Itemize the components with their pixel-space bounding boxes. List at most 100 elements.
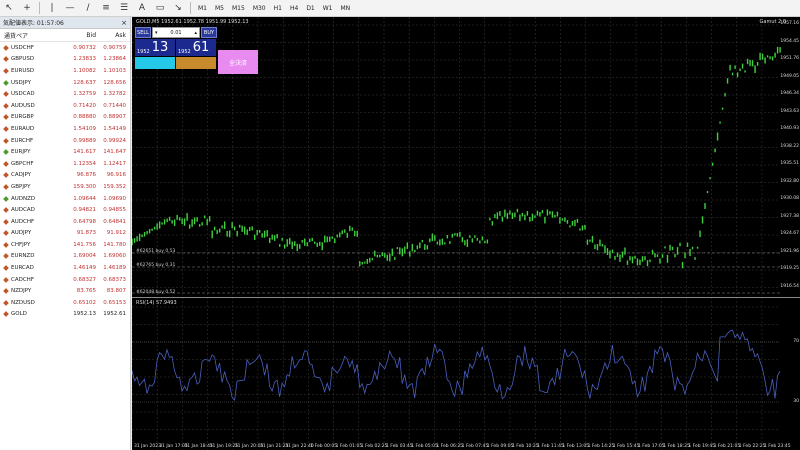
symbol-cell[interactable]: EURNZD: [0, 253, 68, 259]
horizontal-line-icon[interactable]: —: [63, 2, 77, 15]
market-watch-row[interactable]: NZDJPY 83.765 83.807: [0, 285, 130, 297]
market-watch-row[interactable]: USDJPY 128.637 128.656: [0, 77, 130, 89]
market-watch-row[interactable]: EURCHF 0.99889 0.99924: [0, 135, 130, 147]
symbol-cell[interactable]: CADCHF: [0, 277, 68, 283]
symbol-cell[interactable]: USDJPY: [0, 80, 68, 86]
market-watch-row[interactable]: USDCAD 1.32759 1.32782: [0, 88, 130, 100]
price-candle: [776, 46, 779, 54]
market-watch-row[interactable]: GBPJPY 159.300 159.352: [0, 181, 130, 193]
symbol-cell[interactable]: AUDNZD: [0, 196, 68, 202]
timeframe-m1[interactable]: M1: [194, 2, 211, 15]
close-all-button[interactable]: 全決済: [218, 50, 258, 74]
timeframe-m5[interactable]: M5: [211, 2, 228, 15]
channel-icon[interactable]: ≡: [99, 2, 113, 15]
symbol-cell[interactable]: GOLD: [0, 311, 68, 317]
header-ask[interactable]: Ask: [96, 32, 126, 39]
market-watch-row[interactable]: NZDUSD 0.65102 0.65153: [0, 297, 130, 309]
vertical-line-icon[interactable]: |: [45, 2, 59, 15]
symbol-cell[interactable]: AUDJPY: [0, 230, 68, 236]
market-watch-row[interactable]: CHFJPY 141.756 141.780: [0, 239, 130, 251]
timeframe-m30[interactable]: M30: [249, 2, 270, 15]
buy-button[interactable]: BUY: [201, 27, 217, 38]
symbol-cell[interactable]: NZDJPY: [0, 288, 68, 294]
fibonacci-icon[interactable]: ☰: [117, 2, 131, 15]
down-arrow-icon: [3, 56, 9, 63]
timeframe-d1[interactable]: D1: [302, 2, 318, 15]
market-watch-row[interactable]: CADCHF 0.68327 0.68373: [0, 274, 130, 286]
symbol-cell[interactable]: AUDCHF: [0, 219, 68, 225]
close-icon[interactable]: ×: [121, 19, 127, 27]
market-watch-row[interactable]: USDCHF 0.90732 0.90759: [0, 42, 130, 54]
cursor-icon[interactable]: ↖: [2, 2, 16, 15]
market-watch-row[interactable]: AUDCHF 0.64798 0.64841: [0, 216, 130, 228]
timeframe-h1[interactable]: H1: [270, 2, 286, 15]
symbol-cell[interactable]: CADJPY: [0, 172, 68, 178]
symbol-cell[interactable]: EURUSD: [0, 68, 68, 74]
price-tick-label: 1919.25: [780, 266, 799, 271]
market-watch-row[interactable]: AUDCAD 0.94821 0.94855: [0, 204, 130, 216]
market-watch-row[interactable]: CADJPY 96.876 96.916: [0, 170, 130, 182]
label-icon[interactable]: ▭: [153, 2, 167, 15]
sell-button[interactable]: SELL: [135, 27, 151, 38]
chart-window[interactable]: GOLD,M5 1952.61 1952.78 1951.99 1952.13 …: [132, 17, 800, 450]
symbol-name: CHFJPY: [11, 241, 31, 248]
lot-decrease-icon[interactable]: ▾: [155, 30, 158, 36]
symbol-cell[interactable]: EURCAD: [0, 265, 68, 271]
market-watch-row[interactable]: EURNZD 1.69004 1.69060: [0, 251, 130, 263]
symbol-cell[interactable]: GBPUSD: [0, 56, 68, 62]
market-watch-row[interactable]: GBPCHF 1.12354 1.12417: [0, 158, 130, 170]
header-symbol[interactable]: 通貨ペア: [0, 31, 68, 40]
market-watch-row[interactable]: EURUSD 1.10082 1.10103: [0, 65, 130, 77]
market-watch-row[interactable]: AUDNZD 1.09644 1.09690: [0, 193, 130, 205]
price-candle: [551, 211, 554, 218]
buy-price-box[interactable]: 1952 61: [176, 39, 216, 56]
down-arrow-icon: [3, 68, 9, 74]
timeframe-h4[interactable]: H4: [286, 2, 302, 15]
symbol-cell[interactable]: EURGBP: [0, 114, 68, 120]
symbol-cell[interactable]: EURJPY: [0, 149, 68, 155]
price-candle: [389, 253, 391, 262]
market-watch-row[interactable]: EURGBP 0.88880 0.88907: [0, 112, 130, 124]
symbol-cell[interactable]: USDCAD: [0, 91, 68, 97]
symbol-cell[interactable]: NZDUSD: [0, 300, 68, 306]
time-tick-label: 1 Feb 06:25: [436, 444, 464, 449]
symbol-cell[interactable]: EURCHF: [0, 138, 68, 144]
lot-size-field[interactable]: ▾ 0.01 ▴: [152, 27, 200, 38]
header-bid[interactable]: Bid: [68, 32, 96, 39]
symbol-cell[interactable]: AUDCAD: [0, 207, 68, 213]
price-candle: [539, 211, 541, 217]
symbol-cell[interactable]: GBPJPY: [0, 184, 68, 190]
lot-increase-icon[interactable]: ▴: [194, 30, 197, 36]
market-watch-row[interactable]: AUDUSD 0.71420 0.71440: [0, 100, 130, 112]
price-candle: [228, 230, 231, 238]
symbol-cell[interactable]: CHFJPY: [0, 242, 68, 248]
symbol-cell[interactable]: GBPCHF: [0, 161, 68, 167]
symbol-cell[interactable]: USDCHF: [0, 45, 68, 51]
symbol-name: EURCHF: [11, 137, 34, 144]
chart-canvas[interactable]: [132, 17, 800, 450]
symbol-cell[interactable]: AUDUSD: [0, 103, 68, 109]
trendline-icon[interactable]: /: [81, 2, 95, 15]
timeframe-mn[interactable]: MN: [337, 2, 355, 15]
price-candle: [361, 261, 363, 265]
market-watch-row[interactable]: GBPUSD 1.23833 1.23864: [0, 54, 130, 66]
indicator-divider[interactable]: [132, 297, 800, 298]
market-watch-row[interactable]: AUDJPY 91.873 91.912: [0, 228, 130, 240]
text-icon[interactable]: A: [135, 2, 149, 15]
market-watch-row[interactable]: EURAUD 1.54109 1.54149: [0, 123, 130, 135]
market-watch-row[interactable]: EURCAD 1.46149 1.46189: [0, 262, 130, 274]
order-label: #62651 buy 0.53: [136, 249, 176, 254]
market-watch-row[interactable]: EURJPY 141.617 141.647: [0, 146, 130, 158]
shapes-icon[interactable]: ↘: [171, 2, 185, 15]
crosshair-icon[interactable]: +: [20, 2, 34, 15]
timeframe-w1[interactable]: W1: [319, 2, 337, 15]
symbol-name: CADJPY: [11, 172, 32, 179]
time-tick-label: 1 Feb 03:45: [386, 444, 413, 449]
down-arrow-icon: [3, 126, 9, 132]
sell-price-box[interactable]: 1952 13: [135, 39, 175, 56]
price-candle: [314, 241, 316, 244]
lot-size-value[interactable]: 0.01: [170, 30, 181, 36]
symbol-cell[interactable]: EURAUD: [0, 126, 68, 132]
market-watch-row[interactable]: GOLD 1952.13 1952.61: [0, 309, 130, 321]
timeframe-m15[interactable]: M15: [228, 2, 249, 15]
